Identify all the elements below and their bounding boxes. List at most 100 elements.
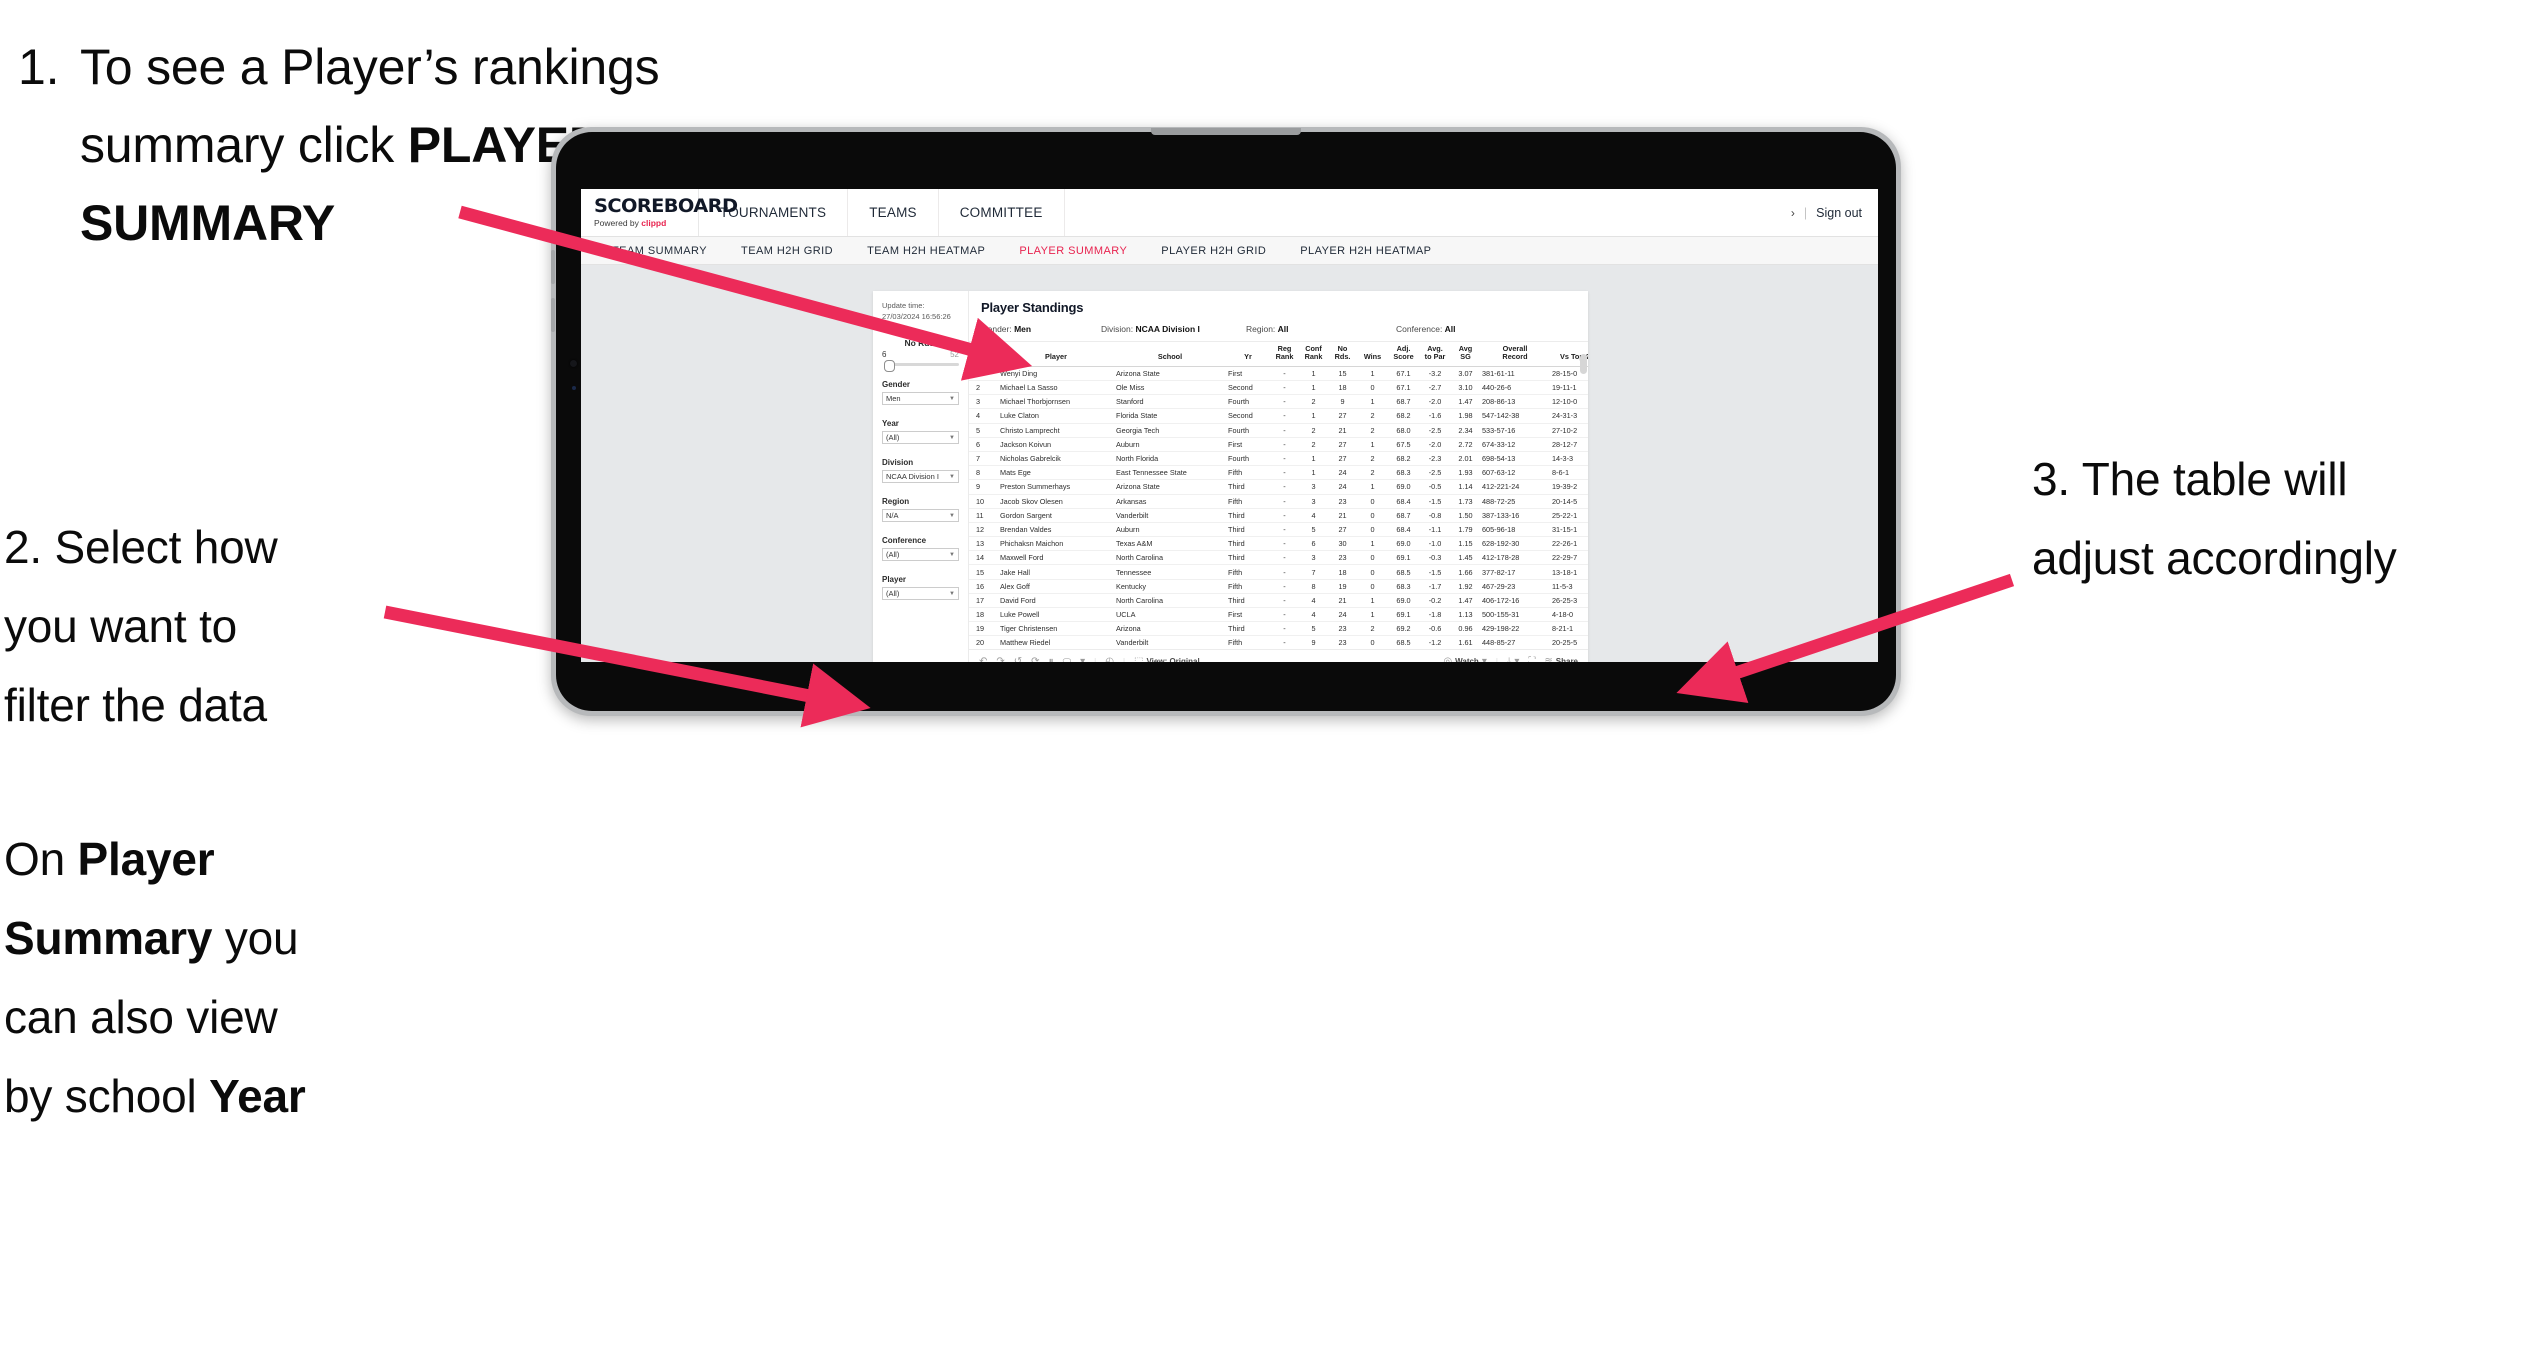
annotation-step-3: 3. The table will adjust accordingly [2032, 440, 2526, 598]
cell-vs-top-25: 25-22-1 [1550, 508, 1588, 523]
filter-division-select[interactable]: NCAA Division I ▼ [882, 470, 959, 483]
fullscreen-icon[interactable]: ⛶ [1528, 656, 1535, 662]
redo-icon[interactable]: ↷ [996, 656, 1004, 662]
filter-conference-select[interactable]: (All) ▼ [882, 548, 959, 561]
refresh-icon[interactable]: ⟳ [1031, 656, 1039, 662]
account-icon[interactable]: › [1791, 206, 1795, 220]
cell-reg-rank: - [1270, 408, 1299, 424]
col-avg-to-par[interactable]: Avg. to Par [1419, 342, 1451, 367]
tab-team-h2h-heatmap[interactable]: TEAM H2H HEATMAP [850, 245, 1002, 257]
col-rank[interactable]: # [969, 342, 998, 367]
cell-player: Luke Claton [998, 408, 1114, 424]
table-row[interactable]: 4 Luke Claton Florida State Second -1 27 2 68.2… [969, 408, 1588, 424]
table-row[interactable]: 9 Preston Summerhays Arizona State Third -3 2… [969, 479, 1588, 495]
table-row[interactable]: 18 Luke Powell UCLA First -4 24 1 69.1 -1.8 1.13 5… [969, 607, 1588, 623]
cell-avg-to-par: -1.5 [1419, 494, 1451, 509]
update-time-label: Update time: [882, 301, 925, 310]
tab-team-h2h-grid[interactable]: TEAM H2H GRID [724, 245, 850, 257]
col-player[interactable]: Player [998, 342, 1114, 367]
filter-region-label: Region [882, 497, 910, 506]
brand-logo[interactable]: SCOREBOARD Powered by clippd [581, 189, 738, 236]
no-rounds-slider-handle[interactable] [884, 359, 895, 372]
table-row[interactable]: 20 Matthew Riedel Vanderbilt Fifth -9 23 0 68.5… [969, 635, 1588, 649]
cell-adj-score: 68.3 [1388, 465, 1419, 481]
table-row[interactable]: 12 Brendan Valdes Auburn Third -5 27 0 68.4 -1.1… [969, 522, 1588, 538]
tablet-device-frame: SCOREBOARD Powered by clippd TOURNAMENTS… [551, 127, 1901, 716]
cell-wins: 1 [1357, 593, 1388, 609]
cell-school: East Tennessee State [1114, 465, 1226, 481]
shape-icon[interactable]: ⬭ [1063, 656, 1072, 662]
table-row[interactable]: 14 Maxwell Ford North Carolina Third -3 23 0 69… [969, 550, 1588, 566]
tab-player-h2h-grid[interactable]: PLAYER H2H GRID [1144, 245, 1283, 257]
table-row[interactable]: 10 Jacob Skov Olesen Arkansas Fifth -3 23 0 68.… [969, 494, 1588, 509]
tab-player-h2h-heatmap[interactable]: PLAYER H2H HEATMAP [1283, 245, 1448, 257]
table-row[interactable]: 19 Tiger Christensen Arizona Third -5 23 2 69.2… [969, 621, 1588, 637]
cell-no-rds: 27 [1328, 451, 1357, 467]
cell-reg-rank: - [1270, 564, 1299, 580]
tab-team-summary[interactable]: TEAM SUMMARY [595, 245, 724, 257]
cell-conf-rank: 1 [1299, 366, 1328, 382]
cell-year: Fifth [1226, 635, 1270, 649]
table-row[interactable]: 1 Wenyi Ding Arizona State First -1 15 1 67.1 -3… [969, 366, 1588, 382]
share-button[interactable]: ≋ Share [1544, 656, 1578, 662]
table-row[interactable]: 15 Jake Hall Tennessee Fifth -7 18 0 68.5 -1.5 1.… [969, 564, 1588, 580]
nav-item-committee[interactable]: COMMITTEE [939, 189, 1065, 236]
col-avg-sg[interactable]: Avg SG [1451, 342, 1480, 367]
cell-school: Florida State [1114, 408, 1226, 424]
table-row[interactable]: 16 Alex Goff Kentucky Fifth -8 19 0 68.3 -1.7 1.9… [969, 579, 1588, 594]
filter-player-select[interactable]: (All) ▼ [882, 587, 959, 600]
cell-avg-sg: 1.47 [1451, 394, 1480, 410]
annotation-step-2b: On Player Summary you can also view by s… [4, 820, 424, 1136]
table-row[interactable]: 2 Michael La Sasso Ole Miss Second -1 18 0 67.1… [969, 380, 1588, 396]
chevron-down-icon[interactable]: ▾ [1080, 656, 1085, 662]
revert-icon[interactable]: ↺ [1014, 656, 1022, 662]
cell-rank: 19 [969, 621, 998, 637]
cell-no-rds: 18 [1328, 380, 1357, 396]
view-original-button[interactable]: ⬚ View: Original [1134, 656, 1200, 662]
table-scrollbar[interactable] [1580, 354, 1587, 374]
clock-icon[interactable]: ◴ [1105, 656, 1114, 662]
cell-conf-rank: 4 [1299, 607, 1328, 623]
cell-no-rds: 27 [1328, 437, 1357, 452]
col-wins[interactable]: Wins [1357, 342, 1388, 367]
filter-year-select[interactable]: (All) ▼ [882, 431, 959, 444]
table-row[interactable]: 8 Mats Ege East Tennessee State Fifth -1 24 2 6… [969, 465, 1588, 481]
cell-school: Vanderbilt [1114, 635, 1226, 649]
col-conf-rank[interactable]: Conf Rank [1299, 342, 1328, 367]
table-row[interactable]: 11 Gordon Sargent Vanderbilt Third -4 21 0 68.7… [969, 508, 1588, 523]
col-school[interactable]: School [1114, 342, 1226, 367]
col-year[interactable]: Yr [1226, 342, 1270, 367]
table-row[interactable]: 7 Nicholas Gabrelcik North Florida Fourth -1… [969, 451, 1588, 467]
table-row[interactable]: 6 Jackson Koivun Auburn First -2 27 1 67.5 -2.0 2… [969, 437, 1588, 452]
table-row[interactable]: 17 David Ford North Carolina Third -4 21 1 69.0… [969, 593, 1588, 609]
table-row[interactable]: 5 Christo Lamprecht Georgia Tech Fourth -2 21… [969, 423, 1588, 438]
col-reg-rank[interactable]: Reg Rank [1270, 342, 1299, 367]
annotation-step-2b-year: Year [209, 1070, 306, 1122]
filter-region-select[interactable]: N/A ▼ [882, 509, 959, 522]
cell-rank: 11 [969, 508, 998, 523]
no-rounds-slider-track[interactable] [884, 359, 959, 372]
annotation-step-1-line2: summary click [80, 117, 408, 173]
nav-item-teams[interactable]: TEAMS [848, 189, 939, 236]
cell-avg-sg: 0.96 [1451, 621, 1480, 637]
cell-player: Christo Lamprecht [998, 423, 1114, 438]
filter-division: Division NCAA Division I ▼ [882, 458, 959, 483]
table-row[interactable]: 13 Phichaksn Maichon Texas A&M Third -6 30 1 69… [969, 536, 1588, 552]
cell-avg-to-par: -0.2 [1419, 593, 1451, 609]
watch-button[interactable]: ◎ Watch ▾ [1443, 656, 1486, 662]
download-button[interactable]: ⤓ ▾ [1507, 656, 1519, 662]
cell-vs-top-25: 26-25-3 [1550, 593, 1588, 609]
col-no-rds[interactable]: No Rds. [1328, 342, 1357, 367]
col-adj-score[interactable]: Adj. Score [1388, 342, 1419, 367]
pause-icon[interactable]: ⏸ [1049, 656, 1054, 662]
tab-player-summary[interactable]: PLAYER SUMMARY [1002, 245, 1144, 257]
undo-icon[interactable]: ↶ [979, 656, 987, 662]
standings-table-container: # Player School Yr Reg Rank Conf Rank No Rd… [969, 342, 1588, 649]
filter-gender-select[interactable]: Men ▼ [882, 392, 959, 405]
col-overall-record[interactable]: Overall Record [1480, 342, 1550, 367]
sign-out-button[interactable]: Sign out [1816, 206, 1862, 220]
table-row[interactable]: 3 Michael Thorbjornsen Stanford Fourth -2 9 1 6… [969, 394, 1588, 410]
cell-conf-rank: 3 [1299, 479, 1328, 495]
filter-gender: Gender Men ▼ [882, 380, 959, 405]
cell-player: Preston Summerhays [998, 479, 1114, 495]
